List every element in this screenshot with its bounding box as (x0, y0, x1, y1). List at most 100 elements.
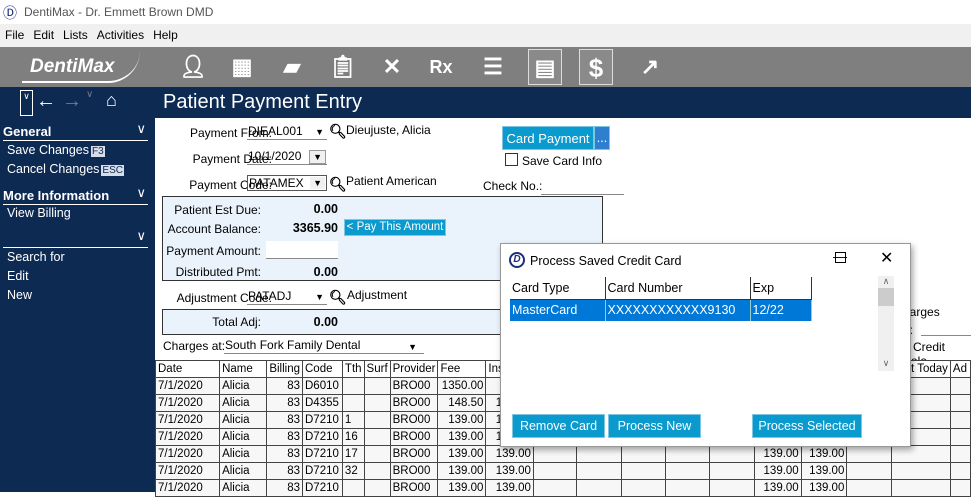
table-cell: BRO00 (389, 445, 439, 463)
account-balance-label: Account Balance: (167, 222, 261, 236)
process-selected-button[interactable]: Process Selected (752, 414, 862, 438)
payment-amount-input[interactable] (266, 241, 338, 259)
table-cell: 139.00 (437, 428, 487, 446)
card-type-cell: MasterCard (510, 299, 606, 321)
column-header[interactable]: Fee (437, 360, 487, 378)
charges-at-label: Charges at: (163, 339, 226, 353)
partial-field[interactable] (921, 320, 971, 336)
shortcut-key: ESC (101, 165, 124, 176)
column-header[interactable]: Name (219, 360, 268, 378)
menu-activities[interactable]: Activities (92, 24, 148, 42)
back-arrow-icon[interactable]: ← (36, 90, 56, 113)
card-options-button[interactable]: ... (594, 126, 610, 150)
table-row[interactable]: 7/1/2020 Alicia 83 D7210 BRO00 139.00 139.00 13… (154, 479, 971, 497)
column-header[interactable]: Ad (949, 360, 971, 378)
search-icon[interactable]: 🔍︎ (329, 176, 347, 193)
process-new-button[interactable]: Process New (608, 414, 701, 438)
menu-help[interactable]: Help (148, 24, 182, 42)
clipboard-icon[interactable]: 📋︎ (325, 49, 361, 85)
person-icon[interactable]: 👤︎ (175, 49, 211, 85)
maximize-icon[interactable] (835, 252, 846, 263)
remove-card-button[interactable]: Remove Card (512, 414, 605, 438)
document-icon[interactable]: ▤ (528, 49, 562, 85)
section-general[interactable]: General ∨ (3, 121, 148, 141)
table-cell (846, 479, 892, 497)
chevron-down-icon[interactable]: ∨ (136, 121, 146, 137)
section-more-information[interactable]: More Information ∨ (3, 185, 148, 205)
table-cell (620, 479, 667, 497)
column-header[interactable]: Billing (266, 360, 303, 378)
payment-date-field[interactable]: 10/1/2020 ▼ (247, 149, 327, 165)
menu-file[interactable]: File (0, 24, 28, 42)
chevron-down-icon[interactable]: ∨ (136, 185, 146, 201)
search-icon[interactable]: 🔍︎ (329, 289, 347, 306)
adjustment-code-field[interactable]: PATADJ ▼ (247, 289, 327, 305)
search-icon[interactable]: 🔍︎ (329, 123, 347, 140)
table-cell: 83 (266, 377, 303, 395)
home-icon[interactable]: ⌂ (106, 90, 117, 111)
chevron-down-icon[interactable]: ▼ (408, 342, 417, 352)
chevron-down-icon[interactable]: ▼ (315, 292, 324, 302)
column-header[interactable]: Card Type (510, 277, 606, 300)
table-cell (949, 377, 971, 395)
column-header[interactable]: Card Number (605, 277, 751, 300)
payment-icon[interactable]: $ (579, 49, 613, 85)
cancel-changes-item[interactable]: Cancel Changes ESC (7, 162, 124, 176)
column-header[interactable]: Provider (389, 360, 439, 378)
shortcut-key: F3 (91, 146, 105, 157)
table-row[interactable]: MasterCard XXXXXXXXXXXX9130 12/22 (510, 299, 812, 321)
forward-arrow-icon[interactable]: → (62, 90, 82, 113)
table-row[interactable]: 7/1/2020 Alicia 83 D7210 32 BRO00 139.00 139.00… (154, 462, 971, 480)
table-cell: 139.00 (800, 445, 848, 463)
save-changes-item[interactable]: Save Changes F3 (7, 143, 105, 157)
table-cell: 7/1/2020 (154, 462, 221, 480)
table-cell: BRO00 (389, 428, 439, 446)
section-title: More Information (3, 188, 110, 203)
close-icon[interactable]: ✕ (880, 248, 893, 268)
table-cell: Alicia (219, 445, 268, 463)
column-header[interactable]: Surf (363, 360, 391, 378)
scrollbar[interactable]: ∧ ∨ (878, 276, 894, 371)
charges-at-select[interactable]: South Fork Family Dental ▼ (224, 338, 424, 354)
new-item[interactable]: New (7, 288, 32, 302)
edit-item[interactable]: Edit (7, 269, 29, 283)
view-billing-item[interactable]: View Billing (7, 206, 71, 220)
save-card-info-checkbox[interactable] (505, 153, 518, 166)
table-cell: 83 (266, 462, 303, 480)
table-cell (665, 445, 710, 463)
dropdown-toggle[interactable]: ∨ (20, 90, 33, 116)
scrollbar-thumb[interactable] (878, 288, 894, 306)
column-header[interactable]: Tth (341, 360, 365, 378)
tools-icon[interactable]: ✕ (374, 49, 410, 85)
table-cell: BRO00 (389, 462, 439, 480)
menu-lists[interactable]: Lists (58, 24, 92, 42)
payment-code-field[interactable]: PATAMEX ▼ (247, 175, 327, 191)
column-header[interactable]: Exp (750, 277, 812, 300)
calendar-icon[interactable]: ▦ (224, 49, 260, 85)
chevron-down-icon[interactable]: ▼ (310, 177, 325, 189)
menu-edit[interactable]: Edit (28, 24, 58, 42)
exp-cell: 12/22 (750, 299, 812, 321)
pay-this-amount-button[interactable]: < Pay This Amount (344, 219, 446, 236)
check-no-field[interactable] (541, 179, 624, 195)
calendar-dropdown-button[interactable]: ▼ (309, 150, 326, 164)
folder-icon[interactable]: ▰ (274, 49, 310, 85)
table-row[interactable]: 7/1/2020 Alicia 83 D7210 17 BRO00 139.00 139.00… (154, 445, 971, 463)
table-cell: 139.00 (754, 445, 802, 463)
chart-icon[interactable]: ↗ (632, 49, 668, 85)
payment-from-field[interactable]: DIEAL001 ▼ (247, 124, 327, 140)
section-title: General (3, 124, 52, 139)
history-dropdown-icon[interactable]: ∨ (86, 89, 93, 100)
column-header[interactable]: Code (302, 360, 343, 378)
ledger-icon[interactable]: ☰ (475, 49, 511, 85)
search-for-item[interactable]: Search for (7, 250, 65, 264)
column-header[interactable]: Date (154, 360, 221, 378)
rx-icon[interactable]: Rx (423, 49, 459, 85)
scroll-up-icon[interactable]: ∧ (878, 276, 894, 287)
chevron-down-icon[interactable]: ▼ (315, 127, 324, 137)
scroll-down-icon[interactable]: ∨ (878, 358, 894, 369)
card-payment-button[interactable]: Card Payment (502, 126, 594, 150)
chevron-down-icon[interactable]: ∨ (136, 228, 146, 244)
section-other[interactable]: ∨ (3, 228, 148, 248)
save-card-info-label: Save Card Info (522, 154, 603, 168)
